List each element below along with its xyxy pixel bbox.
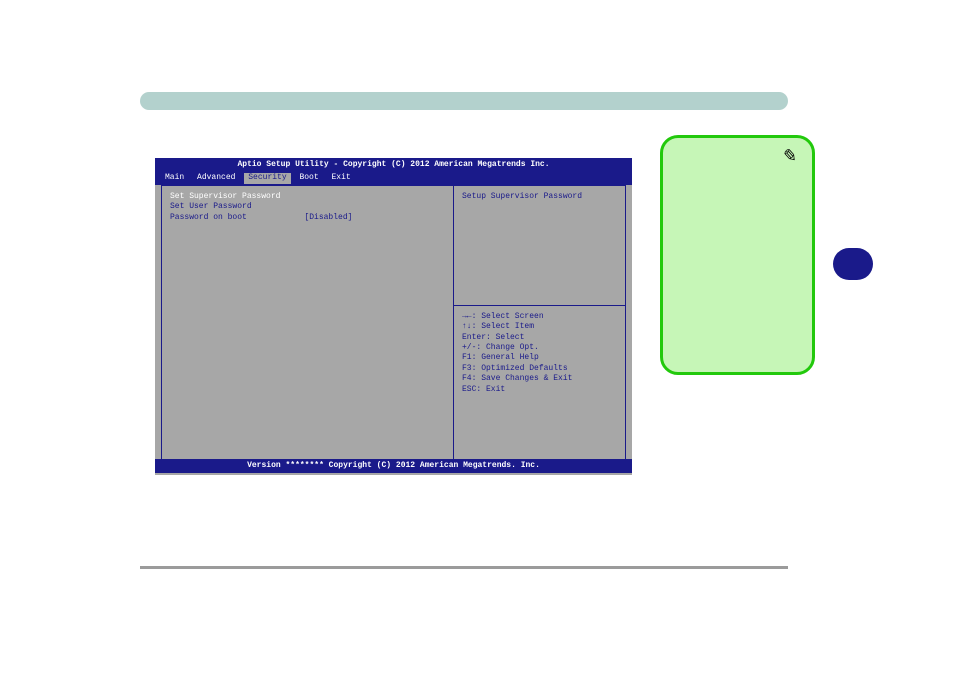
tab-security[interactable]: Security [244, 173, 290, 183]
footer-divider [140, 566, 788, 569]
item-value: [Disabled] [304, 213, 352, 222]
bios-left-panel: Set Supervisor Password Set User Passwor… [162, 185, 454, 464]
bios-menubar: Main Advanced Security Boot Exit [155, 172, 632, 184]
bios-item-help: Setup Supervisor Password [454, 186, 625, 306]
help-line: F1: General Help [462, 353, 617, 363]
help-line: →←: Select Screen [462, 312, 617, 322]
help-line: ESC: Exit [462, 385, 617, 395]
tab-exit[interactable]: Exit [327, 173, 354, 183]
item-password-on-boot[interactable]: Password on boot [Disabled] [170, 213, 445, 223]
bios-right-panel: Setup Supervisor Password →←: Select Scr… [454, 185, 625, 464]
bios-screenshot: Aptio Setup Utility - Copyright (C) 2012… [155, 158, 632, 475]
tab-advanced[interactable]: Advanced [193, 173, 239, 183]
item-label: Password on boot [170, 213, 247, 222]
page-tab-marker [833, 248, 873, 280]
note-callout: ✎ [660, 135, 815, 375]
help-line: ↑↓: Select Item [462, 322, 617, 332]
help-line: Enter: Select [462, 333, 617, 343]
bios-body: Set Supervisor Password Set User Passwor… [161, 185, 626, 465]
bios-title: Aptio Setup Utility - Copyright (C) 2012… [155, 158, 632, 172]
pencil-icon: ✎ [780, 145, 797, 167]
tab-main[interactable]: Main [161, 173, 188, 183]
item-set-supervisor-password[interactable]: Set Supervisor Password [170, 192, 445, 202]
bios-key-help: →←: Select Screen ↑↓: Select Item Enter:… [454, 306, 625, 464]
tab-boot[interactable]: Boot [295, 173, 322, 183]
header-bar [140, 92, 788, 110]
help-line: F4: Save Changes & Exit [462, 374, 617, 384]
help-line: F3: Optimized Defaults [462, 364, 617, 374]
item-set-user-password[interactable]: Set User Password [170, 202, 445, 212]
help-line: +/-: Change Opt. [462, 343, 617, 353]
